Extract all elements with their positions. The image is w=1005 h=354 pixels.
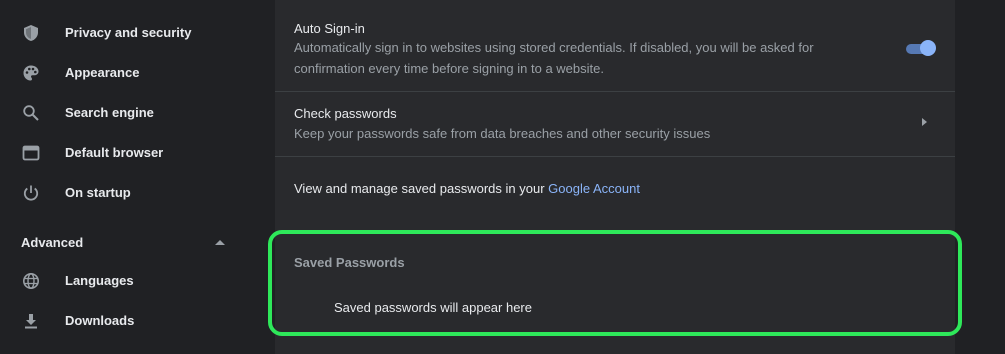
sidebar-item-label: On startup [65, 185, 131, 200]
sidebar-item-label: Languages [65, 273, 134, 288]
globe-icon [23, 273, 39, 289]
sidebar-item-privacy-and-security[interactable]: Privacy and security [0, 13, 260, 53]
sidebar-item-search-engine[interactable]: Search engine [0, 93, 260, 133]
saved-passwords-empty-text: Saved passwords will appear here [334, 300, 532, 315]
sidebar-item-default-browser[interactable]: Default browser [0, 133, 260, 173]
sidebar-item-on-startup[interactable]: On startup [0, 173, 260, 213]
check-passwords-title: Check passwords [294, 106, 397, 121]
shield-icon [24, 25, 38, 41]
browser-window-icon [22, 145, 40, 161]
search-icon [23, 105, 39, 121]
check-passwords-row[interactable]: Check passwords Keep your passwords safe… [275, 92, 955, 157]
settings-sidebar: Privacy and security Appearance Search e… [0, 0, 260, 354]
check-passwords-description: Keep your passwords safe from data breac… [294, 126, 711, 141]
sidebar-item-label: Downloads [65, 313, 135, 328]
auto-signin-description: Automatically sign in to websites using … [294, 40, 814, 76]
auto-signin-row: Auto Sign-in Automatically sign in to we… [275, 0, 955, 92]
palette-icon [23, 65, 39, 81]
google-account-link[interactable]: Google Account [548, 181, 640, 196]
manage-passwords-text: View and manage saved passwords in your … [294, 181, 640, 196]
chevron-right-icon[interactable] [922, 118, 927, 126]
sidebar-item-label: Appearance [65, 65, 140, 80]
auto-signin-toggle[interactable] [904, 40, 936, 58]
manage-passwords-row: View and manage saved passwords in your … [275, 157, 955, 219]
sidebar-advanced-toggle[interactable]: Advanced [0, 226, 260, 258]
power-icon [23, 185, 39, 201]
passwords-settings-card: Auto Sign-in Automatically sign in to we… [275, 0, 955, 354]
sidebar-item-downloads[interactable]: Downloads [0, 301, 260, 341]
sidebar-item-label: Search engine [65, 105, 154, 120]
toggle-knob [920, 40, 936, 56]
auto-signin-title: Auto Sign-in [294, 21, 365, 36]
sidebar-item-languages[interactable]: Languages [0, 261, 260, 301]
saved-passwords-header: Saved Passwords [294, 255, 405, 270]
sidebar-item-label: Default browser [65, 145, 164, 160]
download-icon [25, 314, 37, 329]
caret-up-icon [215, 240, 225, 245]
sidebar-item-label: Privacy and security [65, 25, 192, 40]
sidebar-item-appearance[interactable]: Appearance [0, 53, 260, 93]
sidebar-advanced-label: Advanced [21, 235, 84, 250]
manage-passwords-prefix: View and manage saved passwords in your [294, 181, 549, 196]
